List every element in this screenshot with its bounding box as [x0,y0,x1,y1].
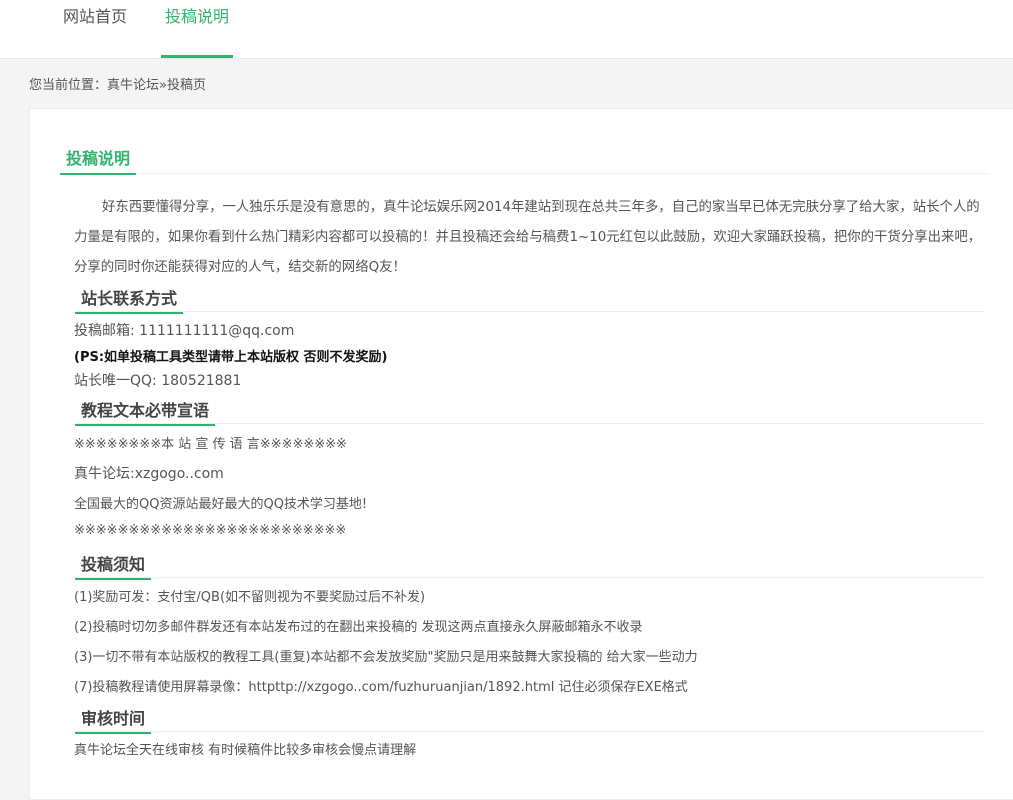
breadcrumb: 您当前位置：真牛论坛»投稿页 [29,74,206,93]
section-header-rules: 投稿须知 [75,551,985,580]
nav-item-home[interactable]: 网站首页 [62,0,128,58]
section-title-slogan: 教程文本必带宣语 [75,397,216,426]
slogan-line: 真牛论坛:xzgogo..com [74,466,224,482]
top-navigation: 网站首页 投稿说明 [0,0,1013,59]
nav-item-submission-guide[interactable]: 投稿说明 [161,0,233,58]
intro-paragraph: 好东西要懂得分享，一人独乐乐是没有意思的，真牛论坛娱乐网2014年建站到现在总共… [74,200,982,275]
section-header-contact: 站长联系方式 [75,285,985,314]
breadcrumb-separator: » [159,78,167,93]
contact-note: (PS:如单投稿工具类型请带上本站版权 否则不发奖励) [74,350,388,365]
breadcrumb-current: 投稿页 [167,78,207,93]
section-title-review: 审核时间 [75,705,152,734]
review-text: 真牛论坛全天在线审核 有时候稿件比较多审核会慢点请理解 [74,743,417,758]
page-title-bar: 投稿说明 [60,145,990,175]
slogan-line: ※※※※※※※※※※※※※※※※※※※※※※※※※ [74,523,347,538]
breadcrumb-home-link[interactable]: 真牛论坛 [107,78,159,93]
rule-item: (1)奖励可发：支付宝/QB(如不留则视为不要奖励过后不补发) [74,590,426,605]
slogan-line: ※※※※※※※※本 站 宣 传 语 言※※※※※※※※ [74,437,347,452]
rule-item: (7)投稿教程请使用屏幕录像：httpttp://xzgogo..com/fuz… [74,680,688,695]
section-title-contact: 站长联系方式 [75,285,184,314]
rule-item: (3)一切不带有本站版权的教程工具(重复)本站都不会发放奖励"奖励只是用来鼓舞大… [74,650,698,665]
contact-qq: 站长唯一QQ: 180521881 [74,373,242,389]
slogan-line: 全国最大的QQ资源站最好最大的QQ技术学习基地! [74,497,368,512]
page-title: 投稿说明 [60,145,137,175]
breadcrumb-prefix: 您当前位置： [29,78,108,93]
content-card: 投稿说明 好东西要懂得分享，一人独乐乐是没有意思的，真牛论坛娱乐网2014年建站… [29,108,1013,800]
section-header-review: 审核时间 [75,705,985,734]
contact-email: 投稿邮箱: 1111111111@qq.com [74,323,295,339]
rule-item: (2)投稿时切勿多邮件群发还有本站发布过的在翻出来投稿的 发现这两点直接永久屏蔽… [74,620,643,635]
section-header-slogan: 教程文本必带宣语 [75,397,985,426]
section-title-rules: 投稿须知 [75,551,152,580]
